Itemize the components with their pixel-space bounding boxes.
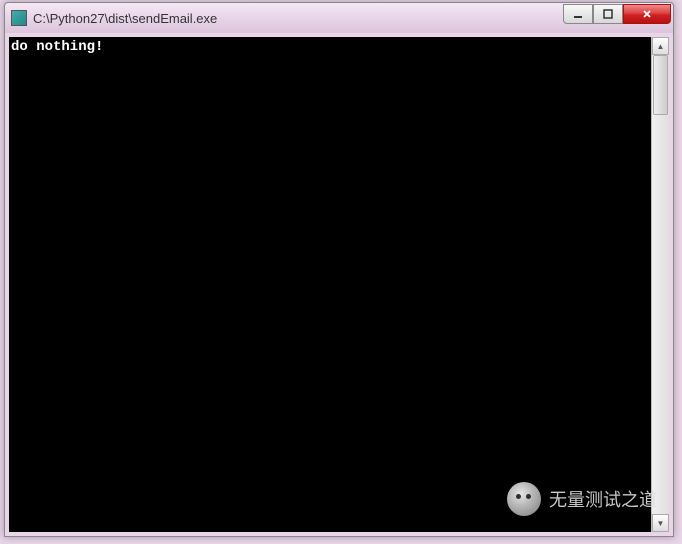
console-output[interactable]: do nothing! (9, 37, 651, 532)
titlebar[interactable]: C:\Python27\dist\sendEmail.exe (5, 3, 673, 33)
watermark-text: 无量测试之道 (549, 486, 657, 512)
maximize-button[interactable] (593, 4, 623, 24)
wechat-icon (507, 482, 541, 516)
close-icon (641, 9, 653, 19)
maximize-icon (602, 9, 614, 19)
scroll-down-button[interactable]: ▼ (652, 514, 669, 532)
app-icon (11, 10, 27, 26)
scroll-track[interactable] (652, 55, 669, 514)
console-area: do nothing! ▲ ▼ 无量测试之道 (9, 37, 669, 532)
vertical-scrollbar[interactable]: ▲ ▼ (651, 37, 669, 532)
scroll-thumb[interactable] (653, 55, 668, 115)
window-controls (563, 4, 671, 24)
close-button[interactable] (623, 4, 671, 24)
watermark: 无量测试之道 (507, 482, 657, 516)
minimize-button[interactable] (563, 4, 593, 24)
scroll-up-button[interactable]: ▲ (652, 37, 669, 55)
minimize-icon (572, 9, 584, 19)
console-window: C:\Python27\dist\sendEmail.exe do nothin… (4, 2, 674, 537)
